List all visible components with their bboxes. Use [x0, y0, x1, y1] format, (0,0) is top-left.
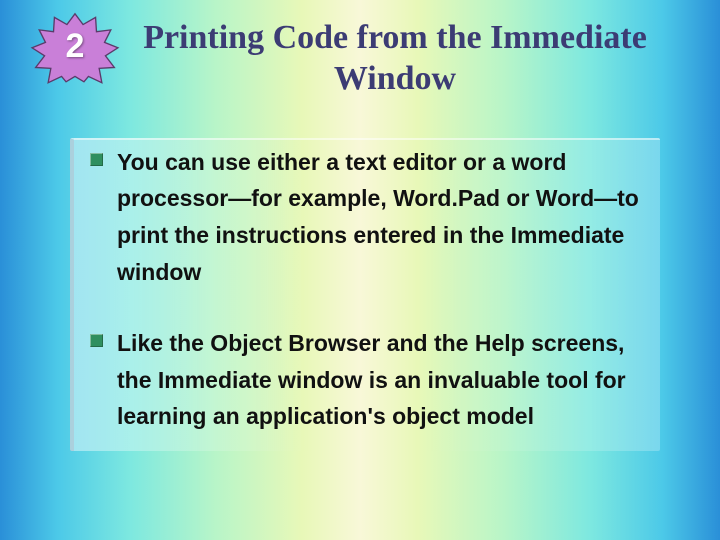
body-panel: You can use either a text editor or a wo… [70, 138, 660, 452]
square-bullet-icon [90, 334, 103, 347]
square-bullet-icon [90, 153, 103, 166]
badge-number: 2 [30, 12, 120, 80]
list-item: Like the Object Browser and the Help scr… [84, 325, 650, 435]
bullet-text: Like the Object Browser and the Help scr… [117, 325, 650, 435]
bullet-text: You can use either a text editor or a wo… [117, 144, 650, 291]
slide: 2 Printing Code from the Immediate Windo… [0, 0, 720, 540]
slide-title: Printing Code from the Immediate Window [130, 18, 660, 100]
badge: 2 [30, 12, 120, 97]
list-item: You can use either a text editor or a wo… [84, 144, 650, 291]
